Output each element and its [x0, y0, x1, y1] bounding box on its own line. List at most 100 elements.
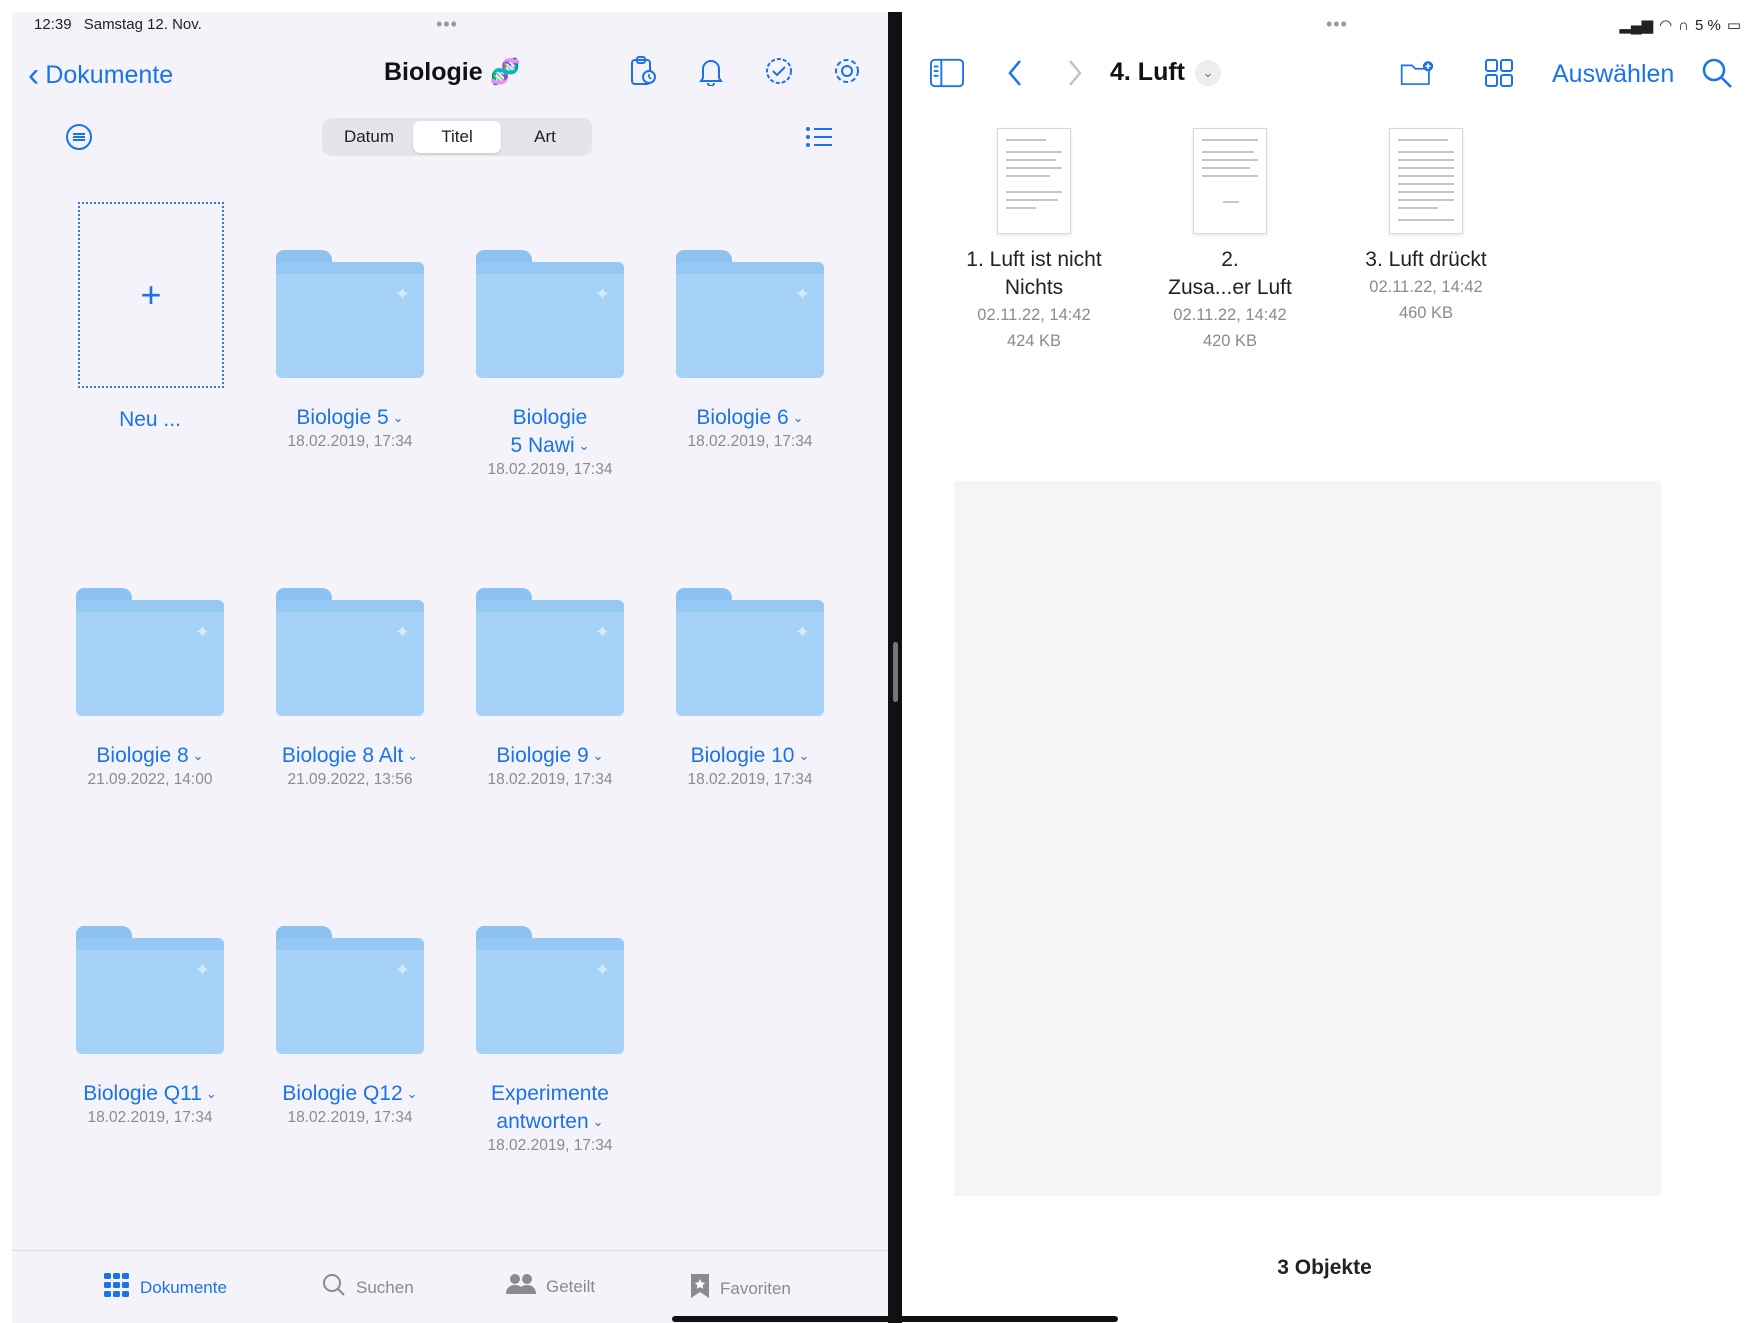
sort-option-titel[interactable]: Titel	[413, 121, 501, 153]
folder-name: Biologie Q12	[282, 1082, 403, 1105]
status-time: 12:39	[34, 16, 72, 33]
chevron-down-icon[interactable]: ⌄	[593, 1114, 604, 1129]
folder-item[interactable]: ✦ Biologie 10 ⌄ 18.02.2019, 17:34	[660, 588, 840, 789]
folder-icon: ✦	[276, 926, 424, 1054]
multitask-dots[interactable]: •••	[1326, 14, 1348, 35]
chevron-down-icon[interactable]: ⌄	[579, 438, 590, 453]
home-indicator[interactable]	[672, 1316, 1118, 1322]
folder-name: Biologie 8	[96, 744, 189, 767]
people-icon	[506, 1273, 536, 1300]
folder-icon: ✦	[476, 250, 624, 378]
tab-label: Geteilt	[546, 1276, 596, 1296]
back-label: Dokumente	[45, 60, 174, 89]
folder-date: 21.09.2022, 14:00	[87, 771, 213, 789]
filter-icon[interactable]	[62, 120, 96, 154]
document-name-line1: 2.	[1221, 248, 1239, 271]
split-screen: 12:39 Samstag 12. Nov. ••• ‹ Dokumente B…	[0, 0, 1747, 1323]
folder-title[interactable]: 4. Luft ⌄	[1110, 58, 1221, 87]
chevron-down-icon[interactable]: ⌄	[393, 410, 404, 425]
sort-option-datum[interactable]: Datum	[325, 121, 413, 153]
document-size: 424 KB	[1006, 332, 1062, 350]
select-button[interactable]: Auswählen	[1552, 60, 1674, 89]
sort-segmented-control: Datum Titel Art	[322, 118, 592, 156]
battery-icon: ▭	[1726, 17, 1741, 34]
document-size: 460 KB	[1398, 304, 1454, 322]
folder-icon: ✦	[76, 926, 224, 1054]
search-icon	[322, 1273, 346, 1302]
checkmark-circle-icon[interactable]	[762, 54, 796, 88]
folder-name: Biologie Q11	[83, 1082, 202, 1105]
folder-item[interactable]: ✦ Biologie 5 Nawi ⌄ 18.02.2019, 17:34	[460, 250, 640, 479]
chevron-down-icon[interactable]: ⌄	[206, 1086, 217, 1101]
document-name-line1: 3. Luft drückt	[1365, 248, 1487, 271]
document-item[interactable]: 2. Zusa...er Luft 02.11.22, 14:42 420 KB	[1140, 128, 1320, 354]
chevron-left-icon[interactable]	[998, 56, 1032, 90]
grid-view-icon[interactable]	[1482, 56, 1516, 90]
gear-icon[interactable]	[830, 54, 864, 88]
tab-label: Dokumente	[140, 1277, 227, 1297]
tab-geteilt[interactable]: Geteilt	[506, 1273, 595, 1300]
folder-date: 18.02.2019, 17:34	[287, 433, 413, 451]
new-folder-icon[interactable]	[1400, 56, 1434, 90]
chevron-down-icon[interactable]: ⌄	[193, 748, 204, 763]
document-name-line1: 1. Luft ist nicht	[966, 248, 1102, 271]
bookmark-icon	[690, 1273, 710, 1304]
document-size: 420 KB	[1202, 332, 1258, 350]
folder-icon: ✦	[476, 926, 624, 1054]
empty-content-area	[954, 481, 1661, 1196]
clipboard-clock-icon[interactable]	[626, 54, 660, 88]
chevron-down-icon[interactable]: ⌄	[799, 748, 810, 763]
folder-name: Biologie 5	[296, 406, 389, 429]
new-item-button[interactable]: +	[78, 202, 224, 388]
folder-item[interactable]: ✦ Biologie Q11 ⌄ 18.02.2019, 17:34	[60, 926, 240, 1127]
page-title: Biologie 🧬	[384, 58, 521, 86]
search-icon[interactable]	[1700, 56, 1734, 90]
folder-date: 18.02.2019, 17:34	[87, 1109, 213, 1127]
chevron-down-icon[interactable]: ⌄	[593, 748, 604, 763]
sidebar-icon[interactable]	[930, 56, 964, 90]
folder-icon: ✦	[676, 588, 824, 716]
folder-item[interactable]: ✦ Biologie 5 ⌄ 18.02.2019, 17:34	[260, 250, 440, 451]
folder-date: 18.02.2019, 17:34	[287, 1109, 413, 1127]
item-count: 3 Objekte	[1277, 1256, 1372, 1279]
document-item[interactable]: 1. Luft ist nicht Nichts 02.11.22, 14:42…	[944, 128, 1124, 354]
chevron-down-icon: ⌄	[1195, 59, 1221, 86]
folder-date: 21.09.2022, 13:56	[287, 771, 413, 789]
documents-pane: 12:39 Samstag 12. Nov. ••• ‹ Dokumente B…	[12, 12, 888, 1323]
split-handle[interactable]	[893, 642, 898, 702]
folder-item[interactable]: ✦ Biologie 8 Alt ⌄ 21.09.2022, 13:56	[260, 588, 440, 789]
chevron-down-icon[interactable]: ⌄	[793, 410, 804, 425]
chevron-down-icon[interactable]: ⌄	[407, 748, 418, 763]
sort-option-art[interactable]: Art	[501, 121, 589, 153]
chevron-left-icon: ‹	[28, 56, 40, 94]
folder-name: Biologie 6	[696, 406, 789, 429]
folder-name-line1: Experimente	[491, 1082, 609, 1105]
document-thumbnail	[997, 128, 1071, 234]
folder-item[interactable]: ✦ Biologie 8 ⌄ 21.09.2022, 14:00	[60, 588, 240, 789]
folder-item[interactable]: ✦ Biologie 9 ⌄ 18.02.2019, 17:34	[460, 588, 640, 789]
tab-dokumente[interactable]: Dokumente	[104, 1273, 227, 1302]
folder-item[interactable]: ✦ Experimente antworten ⌄ 18.02.2019, 17:3…	[460, 926, 640, 1155]
status-date: Samstag 12. Nov.	[83, 16, 202, 33]
new-item-label[interactable]: Neu ...	[100, 408, 200, 432]
folder-item[interactable]: ✦ Biologie Q12 ⌄ 18.02.2019, 17:34	[260, 926, 440, 1127]
tab-suchen[interactable]: Suchen	[322, 1273, 414, 1302]
back-button[interactable]: ‹ Dokumente	[28, 58, 173, 92]
folder-item[interactable]: ✦ Biologie 6 ⌄ 18.02.2019, 17:34	[660, 250, 840, 451]
document-thumbnail	[1389, 128, 1463, 234]
tab-label: Favoriten	[720, 1278, 791, 1298]
document-date: 02.11.22, 14:42	[977, 306, 1091, 324]
folder-date: 18.02.2019, 17:34	[487, 461, 613, 479]
status-bar-right: ▂▄▆ ◠ ∩ 5 % ▭	[1619, 16, 1741, 35]
wifi-icon: ◠	[1659, 17, 1673, 34]
document-item[interactable]: 3. Luft drückt 02.11.22, 14:42 460 KB	[1336, 128, 1516, 326]
tab-favoriten[interactable]: Favoriten	[690, 1273, 791, 1304]
signal-icon: ▂▄▆	[1619, 17, 1654, 34]
folder-name: Biologie 9	[496, 744, 589, 767]
chevron-down-icon[interactable]: ⌄	[407, 1086, 418, 1101]
folder-name-line2: antworten	[496, 1110, 589, 1133]
list-view-icon[interactable]	[802, 120, 836, 154]
chevron-right-icon[interactable]	[1058, 56, 1092, 90]
multitask-dots[interactable]: •••	[436, 14, 458, 35]
bell-icon[interactable]	[694, 54, 728, 88]
